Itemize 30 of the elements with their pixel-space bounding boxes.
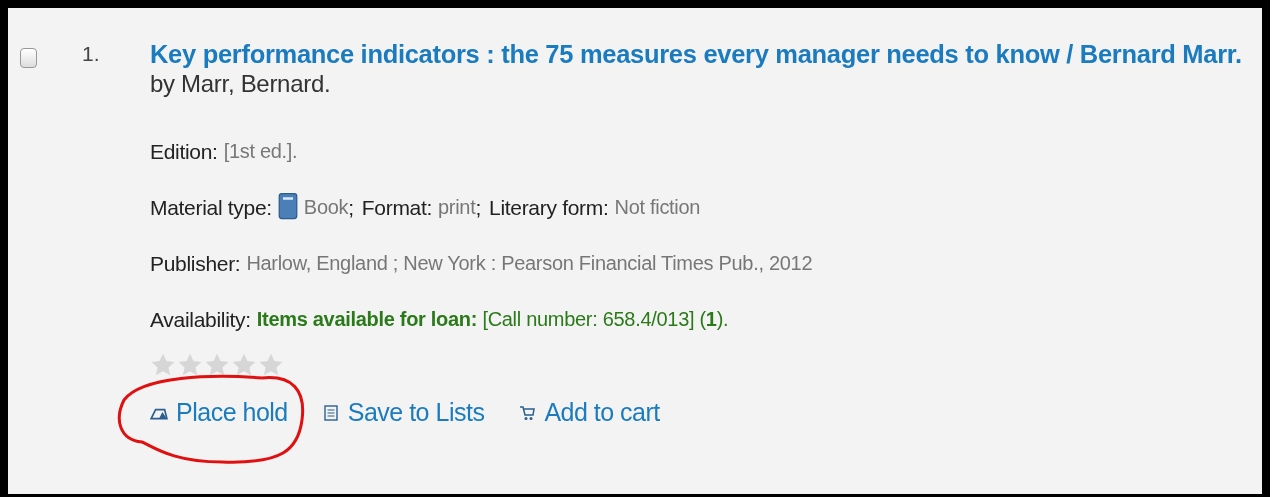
select-checkbox[interactable] — [20, 48, 37, 68]
field-label: Edition: — [150, 140, 218, 164]
title-link[interactable]: Key performance indicators : the 75 measures every manager needs to know / Bernard Marr. — [150, 38, 1262, 70]
star-icon[interactable] — [231, 352, 257, 378]
star-icon[interactable] — [204, 352, 230, 378]
field-value: print — [438, 196, 476, 219]
result-number: 1. — [81, 41, 101, 67]
field-value: Book — [303, 196, 349, 219]
field-label: Literary form: — [489, 196, 609, 220]
field-label: Publisher: — [150, 252, 241, 276]
action-link[interactable]: Add to cart — [544, 398, 660, 427]
separator-text: ; — [348, 196, 354, 220]
field-label: Format: — [361, 196, 433, 220]
cart-icon — [518, 404, 537, 421]
field-value: Items available for loan: [Call number: 658.4/013] (1). — [256, 308, 729, 331]
star-icon[interactable] — [258, 352, 284, 378]
book-icon — [277, 192, 298, 220]
star-icon[interactable] — [177, 352, 203, 378]
star-icon[interactable] — [150, 352, 176, 378]
list-icon — [321, 404, 340, 421]
field-value: Not fiction — [614, 196, 701, 219]
field-value: [1st ed.]. — [223, 140, 298, 163]
star-rating[interactable] — [150, 352, 284, 378]
field-value: Harlow, England ; New York : Pearson Financial Times Pub., 2012 — [246, 252, 813, 275]
action-link[interactable]: Place hold — [176, 398, 288, 427]
separator-text: ; — [475, 196, 481, 220]
action-link[interactable]: Save to Lists — [347, 398, 485, 427]
field-label: Material type: — [150, 196, 272, 220]
field-label: Availability: — [150, 308, 251, 332]
author-text: by Marr, Bernard. — [150, 70, 332, 98]
